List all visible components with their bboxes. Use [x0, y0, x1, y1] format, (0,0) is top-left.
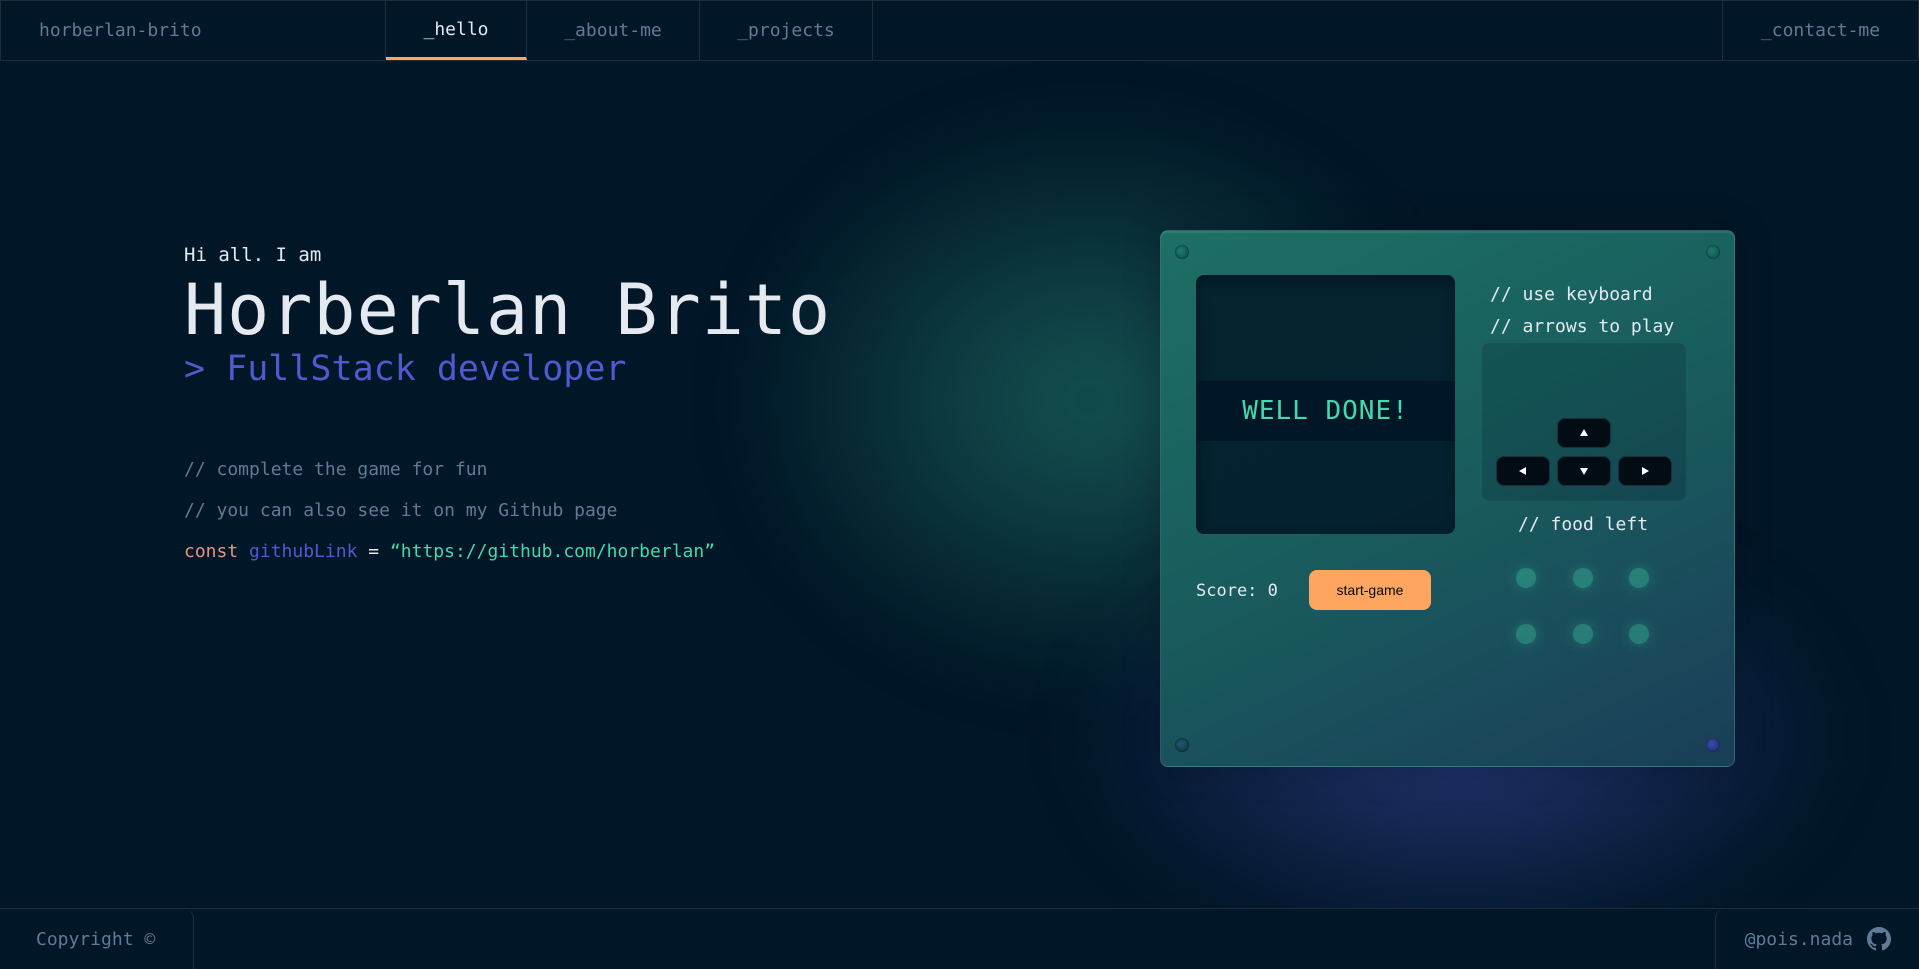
- arrow-up-button[interactable]: [1557, 418, 1611, 448]
- tab-contact-me[interactable]: _contact-me: [1722, 1, 1918, 60]
- hint-line-1: // use keyboard: [1490, 284, 1653, 305]
- comment-line-2: // you can also see it on my Github page: [184, 500, 618, 521]
- social-handle[interactable]: @pois.nada: [1745, 929, 1853, 950]
- code-variable: githubLink: [249, 541, 358, 562]
- tab-hello[interactable]: _hello: [386, 1, 527, 60]
- food-left-label: // food left: [1518, 514, 1649, 535]
- food-dot: [1573, 568, 1593, 588]
- food-dot: [1516, 624, 1536, 644]
- code-comments: // complete the game for fun // you can …: [184, 459, 831, 582]
- arrow-up-icon: [1580, 429, 1588, 436]
- greeting-text: Hi all. I am: [184, 244, 322, 266]
- score-display: Score: 0: [1196, 581, 1278, 601]
- game-board[interactable]: WELL DONE!: [1196, 275, 1455, 534]
- role-subtitle: > FullStack developer: [184, 349, 627, 389]
- score-label: Score:: [1196, 581, 1258, 601]
- controls-hint: // use keyboard // arrows to play: [1490, 279, 1674, 343]
- footer-spacer: [194, 909, 1715, 969]
- game-status-banner: WELL DONE!: [1196, 381, 1455, 441]
- arrow-left-button[interactable]: [1496, 456, 1550, 486]
- github-icon[interactable]: [1867, 927, 1891, 951]
- tab-about-me[interactable]: _about-me: [527, 1, 700, 60]
- food-dot: [1629, 624, 1649, 644]
- github-link[interactable]: “https://github.com/horberlan”: [390, 541, 715, 562]
- arrow-down-icon: [1580, 468, 1588, 475]
- arrow-keypad: [1482, 343, 1686, 501]
- hero-section: Hi all. I am Horberlan Brito > FullStack…: [184, 244, 831, 582]
- arrow-down-button[interactable]: [1557, 456, 1611, 486]
- arrow-left-icon: [1519, 467, 1526, 475]
- top-nav: horberlan-brito _hello _about-me _projec…: [0, 0, 1919, 61]
- food-dot: [1629, 568, 1649, 588]
- hint-line-2: // arrows to play: [1490, 316, 1675, 337]
- github-link-code: const githubLink = “https://github.com/h…: [184, 541, 831, 582]
- arrow-right-icon: [1642, 467, 1649, 475]
- arrow-right-button[interactable]: [1618, 456, 1672, 486]
- score-value: 0: [1267, 581, 1278, 601]
- snake-game-panel: WELL DONE! // use keyboard // arrows to …: [1160, 230, 1735, 767]
- start-game-button[interactable]: start-game: [1309, 570, 1431, 610]
- food-dot: [1573, 624, 1593, 644]
- page-title: Horberlan Brito: [184, 269, 832, 351]
- screw-icon: [1175, 245, 1189, 259]
- food-dot: [1516, 568, 1536, 588]
- screw-icon: [1706, 245, 1720, 259]
- footer: Copyright © @pois.nada: [0, 908, 1919, 969]
- screw-icon: [1175, 738, 1189, 752]
- screw-icon: [1706, 738, 1720, 752]
- tab-projects[interactable]: _projects: [700, 1, 873, 60]
- comment-line-1: // complete the game for fun: [184, 459, 488, 480]
- social-link[interactable]: @pois.nada: [1715, 909, 1919, 969]
- code-keyword: const: [184, 541, 239, 562]
- copyright-text: Copyright ©: [0, 909, 194, 969]
- site-brand[interactable]: horberlan-brito: [1, 1, 386, 60]
- code-operator: =: [368, 541, 380, 562]
